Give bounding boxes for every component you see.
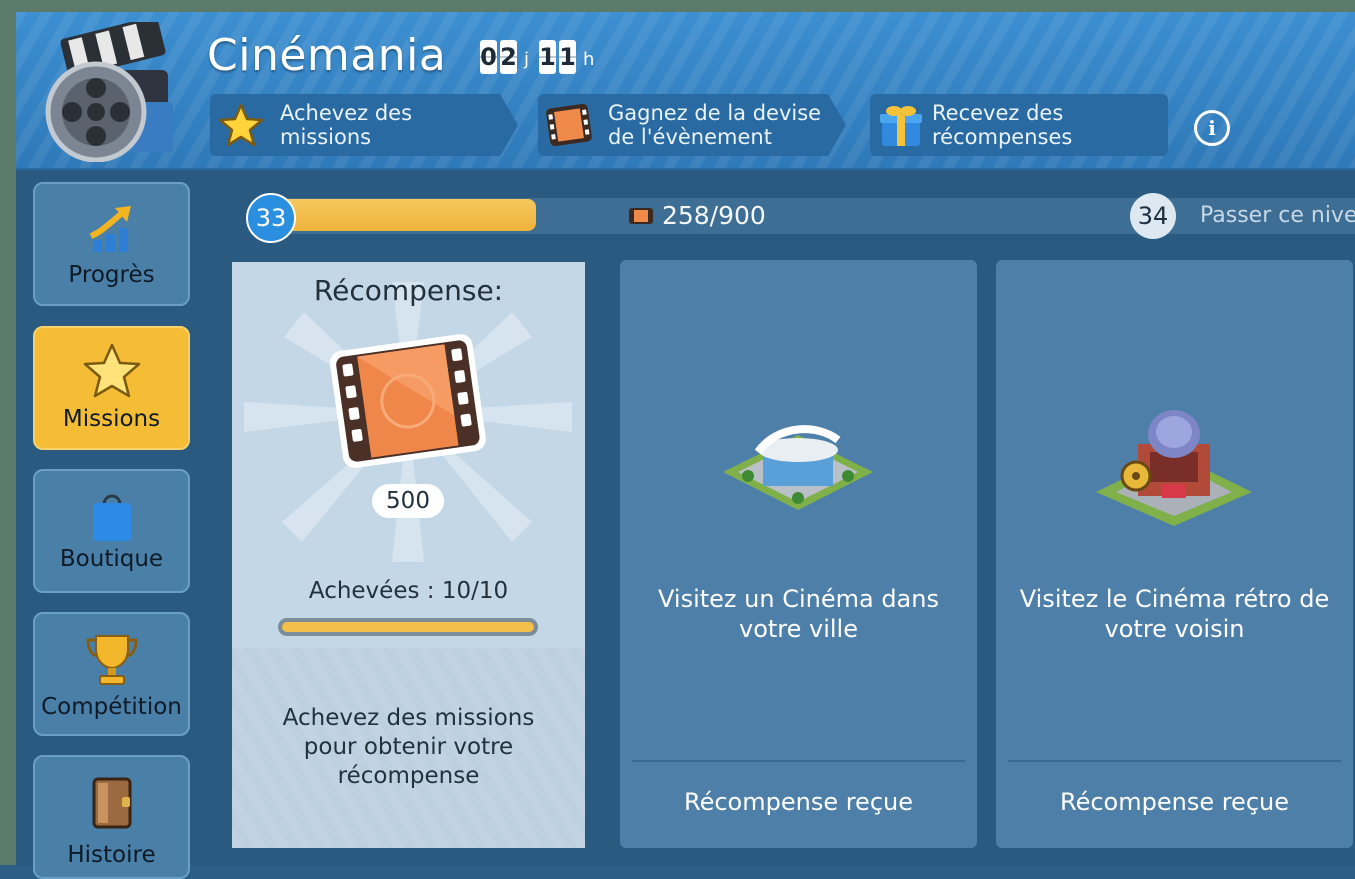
film-icon bbox=[544, 102, 594, 148]
timer-hours-unit: h bbox=[583, 49, 595, 70]
reward-description: pour obtenir votre bbox=[303, 734, 514, 760]
sidebar-item-label: Boutique bbox=[59, 546, 164, 572]
missions-completed-track bbox=[278, 618, 538, 636]
missions-completed-fill bbox=[282, 622, 534, 632]
step-complete-missions: Achevez des missions bbox=[210, 94, 518, 156]
timer-digit: 2 bbox=[500, 40, 517, 74]
mission-card[interactable]: Visitez le Cinéma rétro de votre voisin … bbox=[996, 260, 1353, 848]
step-label: Achevez des bbox=[280, 101, 413, 125]
sidebar-item-label: Histoire bbox=[67, 842, 156, 868]
reward-description-box: Achevez des missions pour obtenir votre … bbox=[232, 648, 585, 848]
mission-text: Visitez le Cinéma rétro de bbox=[1019, 585, 1330, 613]
film-reward-icon bbox=[328, 332, 488, 476]
level-progress-fill bbox=[262, 199, 536, 231]
sidebar-item-label: Progrès bbox=[68, 262, 155, 288]
countdown-timer: 0 2 j 1 1 h bbox=[480, 40, 604, 74]
retro-cinema-building-icon bbox=[1092, 404, 1256, 532]
gift-icon bbox=[876, 102, 926, 148]
step-label: de l'évènement bbox=[608, 125, 772, 149]
clapperboard-logo-icon bbox=[38, 16, 178, 163]
sidebar-item-boutique[interactable]: Boutique bbox=[33, 469, 190, 593]
timer-digit: 0 bbox=[480, 40, 497, 74]
step-label: Recevez des bbox=[932, 101, 1064, 125]
event-title: Cinémania bbox=[207, 30, 447, 81]
sidebar-item-label: Compétition bbox=[41, 694, 182, 720]
film-icon bbox=[628, 203, 654, 232]
reward-description: récompense bbox=[337, 763, 480, 789]
star-icon bbox=[216, 102, 266, 148]
sidebar-item-progres[interactable]: Progrès bbox=[33, 182, 190, 306]
step-label: récompenses bbox=[932, 125, 1073, 149]
step-label: Gagnez de la devise bbox=[608, 101, 822, 125]
timer-days-unit: j bbox=[524, 49, 530, 70]
skip-level-button[interactable]: Passer ce nive bbox=[1200, 203, 1355, 228]
book-icon bbox=[88, 775, 136, 837]
progress-value: 258/900 bbox=[661, 201, 766, 230]
sidebar-item-label: Missions bbox=[62, 406, 161, 432]
step-earn-currency: Gagnez de la devise de l'évènement bbox=[538, 94, 846, 156]
sidebar-item-histoire[interactable]: Histoire bbox=[33, 755, 190, 879]
mission-status: Récompense reçue bbox=[683, 788, 913, 816]
reward-description: Achevez des missions bbox=[282, 705, 535, 731]
star-icon bbox=[81, 342, 143, 406]
timer-digit: 1 bbox=[559, 40, 577, 74]
mission-text: votre voisin bbox=[1104, 615, 1245, 643]
trophy-icon bbox=[84, 632, 140, 694]
reward-amount: 500 bbox=[372, 484, 444, 518]
info-icon[interactable]: i bbox=[1194, 110, 1230, 146]
mission-card[interactable]: Visitez un Cinéma dans votre ville Récom… bbox=[620, 260, 977, 848]
mission-text: votre ville bbox=[738, 615, 858, 643]
shopping-bag-icon bbox=[87, 487, 137, 549]
sidebar-item-missions[interactable]: Missions bbox=[33, 326, 190, 450]
step-receive-rewards: Recevez des récompenses bbox=[870, 94, 1168, 156]
missions-completed-label: Achevées : 10/10 bbox=[308, 578, 509, 604]
mission-text: Visitez un Cinéma dans bbox=[658, 585, 939, 613]
mission-status: Récompense reçue bbox=[1059, 788, 1289, 816]
current-level-badge: 33 bbox=[246, 193, 296, 243]
progress-chart-icon bbox=[87, 202, 137, 260]
sidebar-item-competition[interactable]: Compétition bbox=[33, 612, 190, 736]
timer-digit: 1 bbox=[539, 40, 557, 74]
next-level-badge: 34 bbox=[1130, 193, 1176, 239]
progress-counter: 258/900 bbox=[628, 201, 766, 232]
reward-title: Récompense: bbox=[313, 274, 504, 307]
cinema-building-icon bbox=[718, 410, 878, 524]
step-label: missions bbox=[280, 125, 372, 149]
